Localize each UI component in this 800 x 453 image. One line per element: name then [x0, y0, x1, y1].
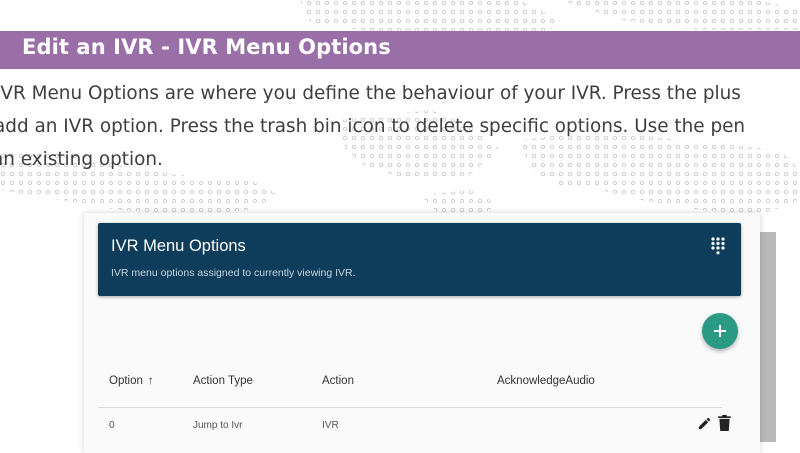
- cell-action: IVR: [322, 420, 339, 431]
- pencil-icon[interactable]: [697, 416, 712, 431]
- title-band: Edit an IVR - IVR Menu Options: [0, 31, 800, 69]
- page-title: Edit an IVR - IVR Menu Options: [22, 35, 391, 59]
- header-divider: [98, 407, 722, 408]
- ivr-menu-options-screenshot: IVR Menu Options IVR menu options assign…: [84, 213, 760, 453]
- intro-line: IVR Menu Options are where you define th…: [0, 83, 741, 104]
- trash-icon[interactable]: [718, 415, 731, 431]
- column-header-acknowledge-audio[interactable]: AcknowledgeAudio: [497, 375, 595, 387]
- panel-header: IVR Menu Options IVR menu options assign…: [98, 223, 741, 296]
- cell-action-type: Jump to Ivr: [193, 420, 243, 431]
- dialpad-icon[interactable]: [711, 237, 725, 255]
- column-header-action[interactable]: Action: [322, 375, 354, 387]
- panel-subtitle: IVR menu options assigned to currently v…: [111, 267, 356, 279]
- panel-title: IVR Menu Options: [111, 237, 246, 255]
- column-header-action-type[interactable]: Action Type: [193, 375, 253, 387]
- plus-icon: [714, 325, 726, 337]
- column-header-label: Option: [109, 375, 143, 387]
- add-option-button[interactable]: [702, 313, 738, 349]
- intro-line: add an IVR option. Press the trash bin i…: [0, 116, 746, 137]
- cell-option: 0: [109, 420, 115, 431]
- intro-line: an existing option.: [0, 149, 163, 170]
- column-header-option[interactable]: Option ↑: [109, 375, 154, 387]
- sort-ascending-icon: ↑: [147, 375, 154, 387]
- intro-paragraph: IVR Menu Options are where you define th…: [0, 83, 800, 182]
